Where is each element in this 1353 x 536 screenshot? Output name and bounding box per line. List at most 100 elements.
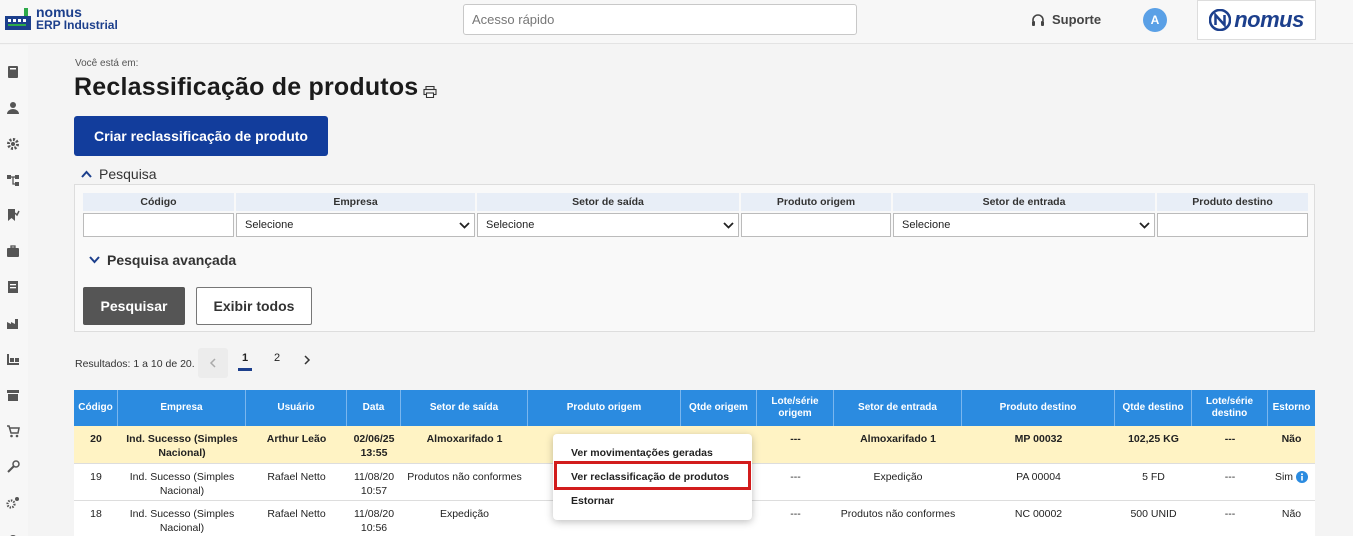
col-setor-saida[interactable]: Setor de saída <box>401 390 528 426</box>
col-data[interactable]: Data <box>347 390 401 426</box>
cell-produto-destino: MP 00032 <box>1014 433 1063 445</box>
document-icon[interactable] <box>5 279 21 295</box>
setor-entrada-select-value: Selecione <box>902 219 951 231</box>
cell-lote-destino: --- <box>1224 508 1236 520</box>
cell-lote-destino: --- <box>1224 471 1236 483</box>
nomus-n-icon <box>1209 9 1232 31</box>
app-logo[interactable]: nomus ERP Industrial <box>4 5 118 32</box>
cell-estorno: Sim <box>1268 470 1315 484</box>
create-reclassification-button[interactable]: Criar reclassificação de produto <box>74 116 328 156</box>
cell-empresa: Ind. Sucesso (Simples Nacional) <box>129 508 235 534</box>
label-codigo: Código <box>83 193 234 211</box>
empresa-select[interactable]: Selecione <box>236 213 475 237</box>
user-icon[interactable] <box>5 100 21 116</box>
briefcase-icon[interactable] <box>5 243 21 259</box>
cell-setor-saida: Almoxarifado 1 <box>426 433 503 445</box>
tools-icon[interactable] <box>5 459 21 475</box>
chevron-right-icon[interactable] <box>303 355 311 365</box>
info-icon[interactable] <box>1296 471 1309 484</box>
print-icon[interactable] <box>423 86 437 98</box>
col-usuario[interactable]: Usuário <box>246 390 347 426</box>
estorno-value: Sim <box>1274 471 1294 483</box>
cell-usuario: Rafael Netto <box>267 471 326 483</box>
gear-icon[interactable] <box>5 136 21 152</box>
col-codigo[interactable]: Código <box>74 390 118 426</box>
brand-logo: nomus <box>1197 0 1316 40</box>
col-qtde-origem[interactable]: Qtde origem <box>681 390 757 426</box>
cell-produto-destino: PA 00004 <box>1016 471 1061 483</box>
col-produto-destino[interactable]: Produto destino <box>962 390 1115 426</box>
codigo-input[interactable] <box>83 213 234 237</box>
cell-estorno: Não <box>1281 433 1302 445</box>
chevron-up-icon <box>81 170 92 178</box>
col-estorno[interactable]: Estorno <box>1268 390 1315 426</box>
show-all-button[interactable]: Exibir todos <box>196 287 312 325</box>
box-icon[interactable] <box>5 387 21 403</box>
avatar[interactable]: A <box>1143 8 1167 32</box>
quick-access-input[interactable] <box>463 4 857 35</box>
cell-setor-entrada: Expedição <box>873 471 923 483</box>
hierarchy-icon[interactable] <box>5 172 21 188</box>
cell-data: 11/08/20 10:56 <box>353 508 395 534</box>
support-link[interactable]: Suporte <box>1031 12 1101 27</box>
chevron-down-icon <box>723 222 734 229</box>
menu-item-ver-movimentacoes[interactable]: Ver movimentações geradas <box>571 447 713 459</box>
col-lote-origem[interactable]: Lote/série origem <box>757 390 834 426</box>
cell-usuario: Rafael Netto <box>267 508 326 520</box>
page-title: Reclassificação de produtos <box>74 73 419 101</box>
produto-destino-input[interactable] <box>1157 213 1308 237</box>
cell-lote-destino: --- <box>1224 433 1236 445</box>
more-icon[interactable] <box>5 529 21 536</box>
bookmark-check-icon[interactable] <box>5 207 21 223</box>
table-header: Código Empresa Usuário Data Setor de saí… <box>74 390 1315 426</box>
settings-cogs-icon[interactable] <box>5 495 21 511</box>
chevron-down-icon <box>459 222 470 229</box>
highlight-box <box>554 461 751 490</box>
col-setor-entrada[interactable]: Setor de entrada <box>834 390 962 426</box>
menu-item-estornar[interactable]: Estornar <box>571 495 614 507</box>
cell-lote-origem: --- <box>790 433 801 445</box>
cell-setor-entrada: Almoxarifado 1 <box>860 433 936 445</box>
produto-origem-input[interactable] <box>741 213 891 237</box>
cart-icon[interactable] <box>5 423 21 439</box>
col-produto-origem[interactable]: Produto origem <box>528 390 681 426</box>
search-section-toggle[interactable]: Pesquisa <box>81 166 157 182</box>
cell-data: 11/08/20 10:57 <box>353 471 395 497</box>
col-empresa[interactable]: Empresa <box>118 390 246 426</box>
results-count: Resultados: 1 a 10 de 20. <box>75 358 195 370</box>
factory-logo-icon <box>5 8 31 30</box>
advanced-search-toggle[interactable]: Pesquisa avançada <box>89 252 236 268</box>
cell-usuario: Arthur Leão <box>266 433 327 445</box>
logo-line2: ERP Industrial <box>36 18 118 32</box>
factory-icon[interactable] <box>5 315 21 331</box>
breadcrumb: Você está em: <box>75 58 139 69</box>
page-1-link[interactable]: 1 <box>238 352 252 371</box>
cell-produto-destino: NC 00002 <box>1014 508 1063 520</box>
cell-qtde-destino: 5 FD <box>1142 471 1165 483</box>
setor-saida-select[interactable]: Selecione <box>477 213 739 237</box>
previous-page-button[interactable] <box>198 348 228 378</box>
cell-empresa: Ind. Sucesso (Simples Nacional) <box>129 471 235 497</box>
cell-codigo: 18 <box>90 508 102 520</box>
cell-qtde-destino: 102,25 KG <box>1128 433 1179 445</box>
brand-name: nomus <box>1234 7 1304 32</box>
advanced-search-label: Pesquisa avançada <box>107 252 237 268</box>
cell-estorno: Não <box>1281 508 1302 520</box>
warehouse-icon[interactable] <box>5 351 21 367</box>
headset-icon <box>1032 13 1044 26</box>
cell-lote-origem: --- <box>790 471 801 483</box>
cell-setor-entrada: Produtos não conformes <box>840 508 956 520</box>
setor-entrada-select[interactable]: Selecione <box>893 213 1155 237</box>
cell-qtde-destino: 500 UNID <box>1130 508 1177 520</box>
chevron-left-icon <box>209 358 216 368</box>
col-qtde-destino[interactable]: Qtde destino <box>1115 390 1192 426</box>
support-label: Suporte <box>1052 12 1102 27</box>
label-produto-destino: Produto destino <box>1157 193 1308 211</box>
label-empresa: Empresa <box>236 193 475 211</box>
col-lote-destino[interactable]: Lote/série destino <box>1192 390 1268 426</box>
page-2-link[interactable]: 2 <box>270 352 284 364</box>
setor-saida-select-value: Selecione <box>486 219 535 231</box>
search-button[interactable]: Pesquisar <box>83 287 185 325</box>
label-setor-saida: Setor de saída <box>477 193 739 211</box>
book-icon[interactable] <box>5 64 21 80</box>
